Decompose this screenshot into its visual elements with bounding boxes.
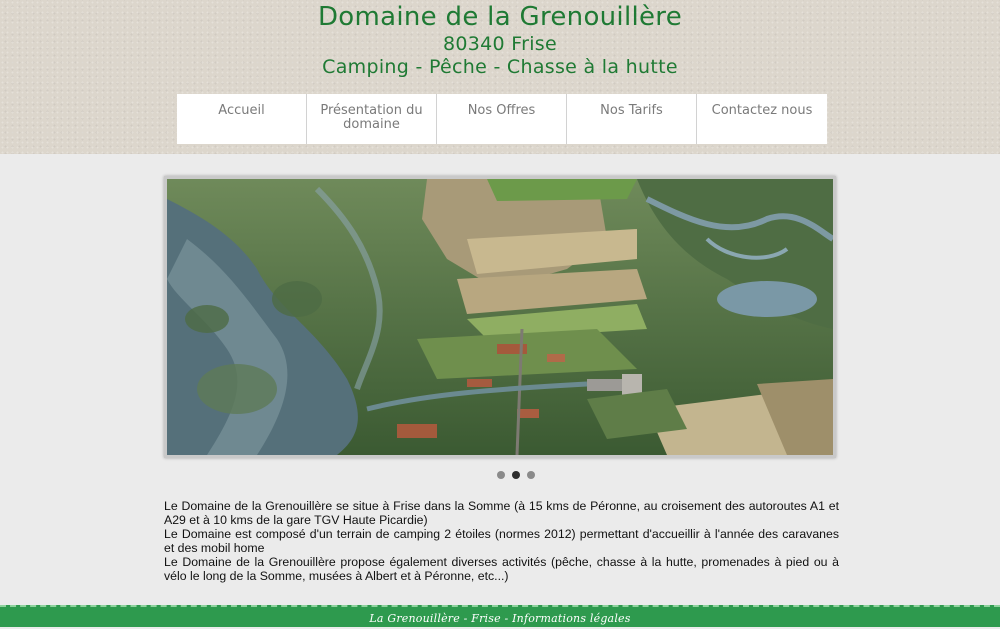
intro-paragraph-location: Le Domaine de la Grenouillère se situe à… <box>164 499 839 527</box>
image-slider <box>164 176 836 458</box>
site-title: Domaine de la Grenouillère <box>317 2 683 32</box>
nav-item-contact[interactable]: Contactez nous <box>697 94 827 144</box>
nav-item-offres[interactable]: Nos Offres <box>437 94 567 144</box>
nav-item-tarifs[interactable]: Nos Tarifs <box>567 94 697 144</box>
intro-paragraph-activities: Le Domaine de la Grenouillère propose ég… <box>164 555 839 583</box>
slide-dot-1[interactable] <box>497 471 505 479</box>
site-address: 80340 Frise <box>442 33 557 55</box>
intro-text: Le Domaine de la Grenouillère se situe à… <box>164 499 839 583</box>
slide-dot-2[interactable] <box>512 471 520 479</box>
nav-item-presentation[interactable]: Présentation du domaine <box>307 94 437 144</box>
slider-pagination <box>497 471 535 479</box>
aerial-photo <box>167 179 833 455</box>
nav-item-accueil[interactable]: Accueil <box>177 94 307 144</box>
site-tagline: Camping - Pêche - Chasse à la hutte <box>322 56 678 78</box>
intro-paragraph-camping: Le Domaine est composé d'un terrain de c… <box>164 527 839 555</box>
site-header: Domaine de la Grenouillère 80340 Frise C… <box>0 0 1000 154</box>
main-nav: Accueil Présentation du domaine Nos Offr… <box>177 94 827 144</box>
site-footer: La Grenouillère - Frise - Informations l… <box>0 605 1000 627</box>
footer-links[interactable]: La Grenouillère - Frise - Informations l… <box>369 612 630 625</box>
slide-dot-3[interactable] <box>527 471 535 479</box>
